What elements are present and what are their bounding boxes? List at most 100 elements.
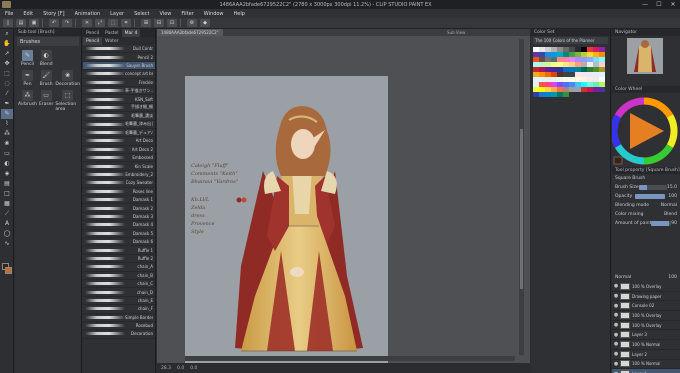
- brush-item[interactable]: Damask 5: [83, 230, 155, 238]
- decoration-icon[interactable]: ❀: [1, 139, 13, 149]
- color-wheel[interactable]: [610, 93, 680, 167]
- vertical-scrollbar[interactable]: [519, 39, 524, 355]
- brush-item[interactable]: Damask 4: [83, 221, 155, 230]
- brush-item[interactable]: 毛筆墨_濃淡: [83, 112, 155, 121]
- redo-icon[interactable]: ↷: [62, 19, 72, 27]
- menu-file[interactable]: File: [0, 11, 18, 17]
- brush-item[interactable]: Ruffle 2: [83, 255, 155, 264]
- open-file-icon[interactable]: ▤: [16, 19, 26, 27]
- layer-row[interactable]: ● Layer 2: [612, 350, 680, 360]
- eye-icon[interactable]: ●: [612, 332, 620, 338]
- brush-item[interactable]: chain_F: [83, 305, 155, 314]
- brush-tab-pencil[interactable]: Pencil: [83, 29, 102, 37]
- brush-item[interactable]: Damask 2: [83, 204, 155, 213]
- brush-tool-icon[interactable]: ⌇: [1, 119, 13, 129]
- property-row[interactable]: Blending mode Normal: [612, 201, 680, 210]
- brush-item[interactable]: Decoration: [83, 330, 155, 339]
- eraser-icon[interactable]: ▭: [1, 149, 13, 159]
- eye-icon[interactable]: ●: [612, 351, 620, 357]
- menu-story[interactable]: Story [F]: [38, 11, 70, 17]
- layer-row[interactable]: ● 100 % Overlay: [612, 311, 680, 321]
- correct-line-icon[interactable]: ∿: [1, 239, 13, 249]
- operation-icon[interactable]: ➚: [1, 49, 13, 59]
- property-value[interactable]: 15.0: [667, 185, 677, 190]
- brush-item[interactable]: concept art brus: [83, 70, 155, 79]
- property-row[interactable]: Brush Size 15.0: [612, 183, 680, 192]
- blend-tool-icon[interactable]: ◐: [1, 159, 13, 169]
- airbrush-icon[interactable]: ⁂: [1, 129, 13, 139]
- navigator-preview[interactable]: [627, 38, 663, 74]
- minimize-icon[interactable]: —: [638, 1, 652, 8]
- brush-item[interactable]: Art Deco 2: [83, 146, 155, 155]
- subtool-brush[interactable]: 🖌 Brush: [39, 70, 53, 87]
- subtool-decoration[interactable]: ❀ Decoration: [55, 70, 80, 87]
- subtool-selection-area[interactable]: ⬚ Selection area: [55, 90, 80, 112]
- property-row[interactable]: Amount of paint 90: [612, 219, 680, 228]
- eye-icon[interactable]: ●: [612, 283, 620, 289]
- assets-icon[interactable]: ◆: [200, 19, 210, 27]
- gradient-icon[interactable]: ▤: [1, 179, 13, 189]
- horizontal-scrollbar[interactable]: [185, 356, 515, 361]
- layer-row[interactable]: ● Drawing paper: [612, 292, 680, 302]
- brush-item[interactable]: Embossed: [83, 154, 155, 163]
- brush-item[interactable]: 毛筆墨_滲み出し: [83, 121, 155, 129]
- color-wheel-triangle[interactable]: [630, 113, 664, 149]
- menu-layer[interactable]: Layer: [105, 11, 129, 17]
- property-row[interactable]: Color mixing Blend: [612, 210, 680, 219]
- brush-item[interactable]: Roses line: [83, 188, 155, 197]
- brush-item[interactable]: Embroidery_2: [83, 171, 155, 180]
- layer-row[interactable]: ● Console 02: [612, 301, 680, 312]
- current-color-swatch[interactable]: [613, 156, 623, 165]
- brush-item[interactable]: Rosebud: [83, 322, 155, 331]
- menu-edit[interactable]: Edit: [18, 11, 38, 17]
- brush-item[interactable]: chain_B: [83, 272, 155, 280]
- maximize-icon[interactable]: ☐: [652, 1, 666, 8]
- brush-item[interactable]: chain_E: [83, 297, 155, 306]
- clear-icon[interactable]: ✕: [82, 19, 92, 27]
- color-swatch[interactable]: [599, 87, 605, 92]
- layer-row[interactable]: ● 100 % Normal: [612, 340, 680, 350]
- brush-item[interactable]: Simple Border: [83, 314, 155, 322]
- brush-item[interactable]: Dull Contr: [83, 45, 155, 54]
- subtool-group[interactable]: Brushes: [17, 37, 79, 46]
- eye-icon[interactable]: ●: [612, 341, 620, 347]
- zoom-value[interactable]: 28.3: [161, 366, 171, 371]
- new-file-icon[interactable]: ▯: [3, 19, 13, 27]
- close-icon[interactable]: ✕: [666, 1, 680, 8]
- property-slider[interactable]: [635, 194, 666, 199]
- brush-item[interactable]: chain_D: [83, 288, 155, 297]
- frame-icon[interactable]: ▦: [1, 199, 13, 209]
- grid-icon[interactable]: ⊡: [167, 19, 177, 27]
- property-value[interactable]: 100: [668, 194, 677, 199]
- menu-help[interactable]: Help: [229, 11, 250, 17]
- brush-item[interactable]: KSN_Soft: [83, 95, 155, 104]
- property-slider[interactable]: [638, 185, 667, 190]
- angle-value[interactable]: 0.0: [190, 366, 197, 371]
- menu-select[interactable]: Select: [129, 11, 154, 17]
- brush-item[interactable]: 毛筆墨_デュアル: [83, 129, 155, 138]
- brush-item[interactable]: 草-手描きサン…: [83, 87, 155, 96]
- brush-item[interactable]: Damask 1: [83, 196, 155, 205]
- color-swatch[interactable]: [563, 92, 569, 97]
- brush-item[interactable]: chain_A: [83, 263, 155, 272]
- eye-icon[interactable]: ●: [612, 303, 620, 309]
- brush-item[interactable]: 手描き細_細: [83, 104, 155, 113]
- subtool-eraser[interactable]: ▭ Eraser: [39, 90, 53, 112]
- selection-icon[interactable]: ⬚: [1, 69, 13, 79]
- eyedropper-icon[interactable]: ⁄: [1, 89, 13, 99]
- layer-opacity[interactable]: 100: [668, 275, 677, 280]
- undo-icon[interactable]: ↶: [49, 19, 59, 27]
- balloon-icon[interactable]: ◯: [1, 229, 13, 239]
- brush-item[interactable]: Pencil 2: [83, 53, 155, 62]
- menu-view[interactable]: View: [155, 11, 177, 17]
- scroll-thumb[interactable]: [520, 129, 523, 289]
- snap-icon[interactable]: ⊞: [141, 19, 151, 27]
- fill-icon[interactable]: ◈: [1, 169, 13, 179]
- subtool-airbrush[interactable]: ⁂ Airbrush: [18, 90, 37, 112]
- color-set-select[interactable]: The 100 Colors of the Planner: [533, 37, 608, 44]
- property-value[interactable]: Normal: [661, 203, 677, 208]
- brush-item[interactable]: Sauyer Brush: [83, 61, 155, 71]
- brush-tab-pastel[interactable]: Pastel: [102, 29, 121, 37]
- pencil-tool-icon[interactable]: ✎: [1, 109, 13, 119]
- property-row[interactable]: Opacity 100: [612, 192, 680, 201]
